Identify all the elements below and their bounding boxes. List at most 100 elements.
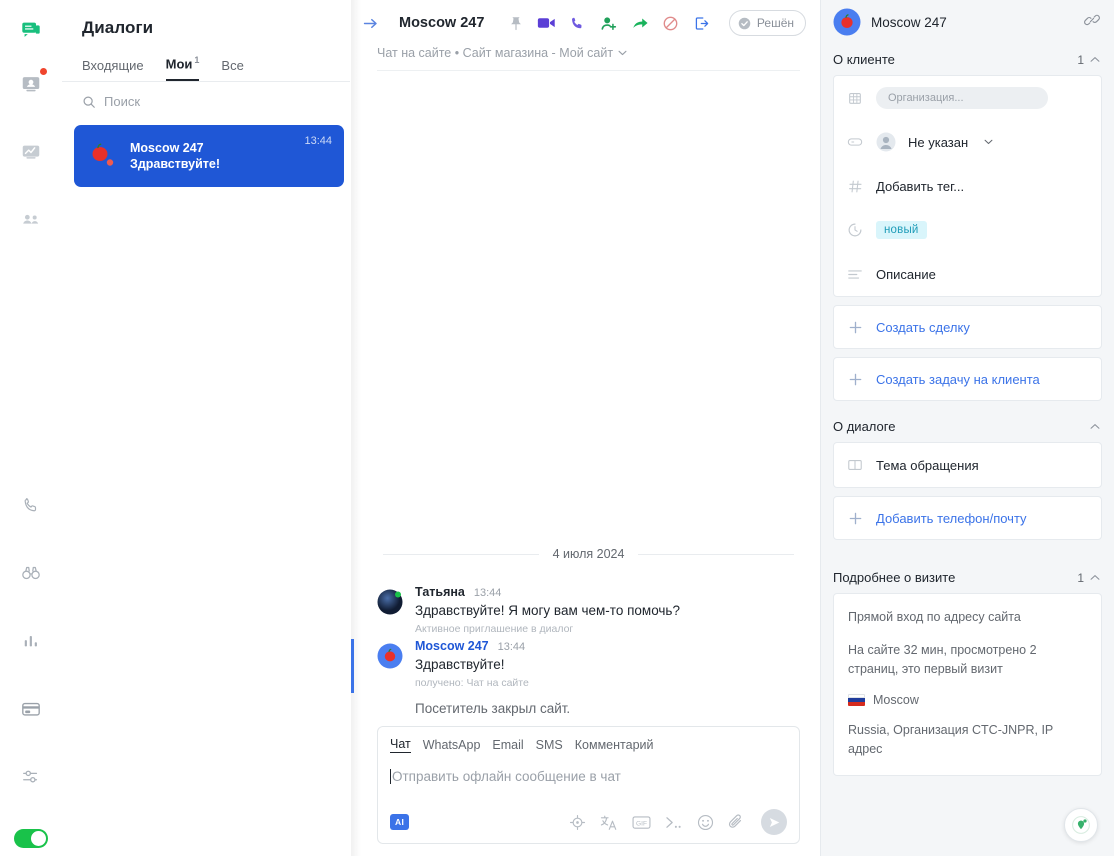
- status-badge[interactable]: новый: [876, 221, 927, 239]
- composer-toolbar: AI: [390, 809, 787, 835]
- sidebar-item-contacts[interactable]: [9, 62, 53, 106]
- sidebar-item-reports[interactable]: [9, 619, 53, 663]
- list-item[interactable]: Moscow 247 Здравствуйте! 13:44: [74, 125, 344, 187]
- description-icon: [846, 268, 864, 281]
- emoji-icon[interactable]: [697, 814, 714, 831]
- message-meta: получено: Чат на сайте: [415, 677, 800, 689]
- code-snippet-icon[interactable]: [665, 815, 683, 830]
- message-author[interactable]: Moscow 247: [415, 639, 489, 653]
- create-task-button[interactable]: Создать задачу на клиента: [834, 358, 1101, 400]
- section-title: О клиенте: [833, 52, 895, 67]
- message-composer: Чат WhatsApp Email SMS Комментарий Отпра…: [377, 726, 800, 844]
- online-toggle[interactable]: [14, 829, 48, 848]
- section-collapse-toggle[interactable]: 1: [1077, 53, 1100, 67]
- ban-icon[interactable]: [661, 13, 681, 33]
- sidebar-item-settings[interactable]: [9, 755, 53, 799]
- avatar: [377, 643, 403, 669]
- sidebar-item-chats[interactable]: [9, 8, 53, 52]
- tab-all[interactable]: Все: [221, 58, 243, 81]
- pin-icon[interactable]: [506, 13, 526, 33]
- dialog-tabs: Входящие Мои1 Все: [62, 38, 350, 82]
- send-button[interactable]: [761, 809, 787, 835]
- exit-icon[interactable]: [692, 13, 712, 33]
- attach-icon[interactable]: [728, 813, 745, 831]
- plus-icon: [846, 320, 864, 335]
- ai-assist-button[interactable]: AI: [390, 814, 409, 830]
- search-placeholder: Поиск: [104, 94, 140, 109]
- message-text: Здравствуйте!: [415, 655, 800, 675]
- chats-icon: [20, 19, 42, 41]
- tab-mine[interactable]: Мои1: [166, 55, 200, 81]
- topic-label: Тема обращения: [876, 458, 979, 473]
- section-collapse-toggle[interactable]: 1: [1077, 571, 1100, 585]
- field-organization[interactable]: Организация...: [834, 76, 1101, 120]
- video-call-icon[interactable]: [537, 13, 557, 33]
- client-panel-header: Moscow 247: [821, 0, 1114, 44]
- tab-incoming[interactable]: Входящие: [82, 58, 144, 81]
- sidebar-item-billing[interactable]: [9, 687, 53, 731]
- field-topic[interactable]: Тема обращения: [834, 443, 1101, 487]
- app-root: Диалоги Входящие Мои1 Все Поиск: [0, 0, 1114, 856]
- composer-tab-sms[interactable]: SMS: [536, 738, 563, 753]
- chat-header: Moscow 247: [351, 0, 820, 46]
- team-icon: [20, 209, 42, 231]
- breadcrumb[interactable]: Чат на сайте • Сайт магазина - Мой сайт: [351, 46, 820, 70]
- translate-icon[interactable]: [600, 814, 618, 831]
- section-title: О диалоге: [833, 419, 895, 434]
- forward-icon[interactable]: [630, 13, 650, 33]
- tags-label: Добавить тег...: [876, 179, 964, 194]
- message-time: 13:44: [498, 641, 526, 653]
- composer-tab-chat[interactable]: Чат: [390, 737, 411, 753]
- analytics-chat-icon: [20, 141, 42, 163]
- dialogs-panel: Диалоги Входящие Мои1 Все Поиск: [62, 0, 350, 856]
- link-icon[interactable]: [1084, 12, 1100, 33]
- location-pin-fab[interactable]: [1064, 808, 1098, 842]
- chevron-down-icon: [984, 139, 993, 145]
- sidebar-item-analytics-chat[interactable]: [9, 130, 53, 174]
- visit-details-card: Прямой вход по адресу сайта На сайте 32 …: [833, 593, 1102, 776]
- sidebar-item-phone[interactable]: [9, 483, 53, 527]
- tab-incoming-label: Входящие: [82, 58, 144, 73]
- tab-mine-label: Мои: [166, 56, 193, 71]
- create-task-card: Создать задачу на клиента: [833, 357, 1102, 401]
- add-phone-email-button[interactable]: Добавить телефон/почту: [834, 497, 1101, 539]
- add-contact-card: Добавить телефон/почту: [833, 496, 1102, 540]
- plus-icon: [846, 372, 864, 387]
- message-meta: Активное приглашение в диалог: [415, 623, 800, 635]
- clock-icon: [846, 222, 864, 238]
- date-separator-label: 4 июля 2024: [553, 547, 625, 561]
- tab-all-label: Все: [221, 58, 243, 73]
- collapse-list-button[interactable]: [355, 8, 385, 38]
- dialog-topic-card: Тема обращения: [833, 442, 1102, 488]
- gif-icon[interactable]: GIF: [632, 815, 651, 830]
- create-deal-label: Создать сделку: [876, 320, 970, 335]
- field-description[interactable]: Описание: [834, 252, 1101, 296]
- composer-tab-email[interactable]: Email: [492, 738, 523, 753]
- send-icon: [768, 816, 781, 829]
- composer-tab-comment[interactable]: Комментарий: [575, 738, 654, 753]
- field-assignee[interactable]: Не указан: [834, 120, 1101, 164]
- quick-reply-icon[interactable]: [569, 814, 586, 831]
- chat-title: Moscow 247: [399, 15, 484, 31]
- resolved-button[interactable]: Решён: [729, 10, 806, 36]
- composer-icon-group: GIF: [569, 809, 787, 835]
- hash-icon: [846, 179, 864, 194]
- chevron-up-icon: [1090, 56, 1100, 63]
- composer-tab-whatsapp[interactable]: WhatsApp: [423, 738, 481, 753]
- avatar: [833, 8, 861, 36]
- create-deal-button[interactable]: Создать сделку: [834, 306, 1101, 348]
- section-collapse-toggle[interactable]: [1090, 423, 1100, 430]
- field-status[interactable]: новый: [834, 208, 1101, 252]
- field-tags[interactable]: Добавить тег...: [834, 164, 1101, 208]
- phone-call-icon[interactable]: [568, 13, 588, 33]
- message-input[interactable]: Отправить офлайн сообщение в чат: [390, 765, 787, 787]
- add-user-icon[interactable]: [599, 13, 619, 33]
- chat-actions: Решён: [506, 10, 806, 36]
- search-input[interactable]: Поиск: [62, 82, 350, 119]
- sidebar-item-team[interactable]: [9, 198, 53, 242]
- tab-mine-count: 1: [194, 55, 199, 65]
- sidebar-item-observe[interactable]: [9, 551, 53, 595]
- organization-chip[interactable]: Организация...: [876, 87, 1048, 109]
- section-header-client: О клиенте 1: [821, 44, 1114, 75]
- assignee-label: Не указан: [908, 135, 968, 150]
